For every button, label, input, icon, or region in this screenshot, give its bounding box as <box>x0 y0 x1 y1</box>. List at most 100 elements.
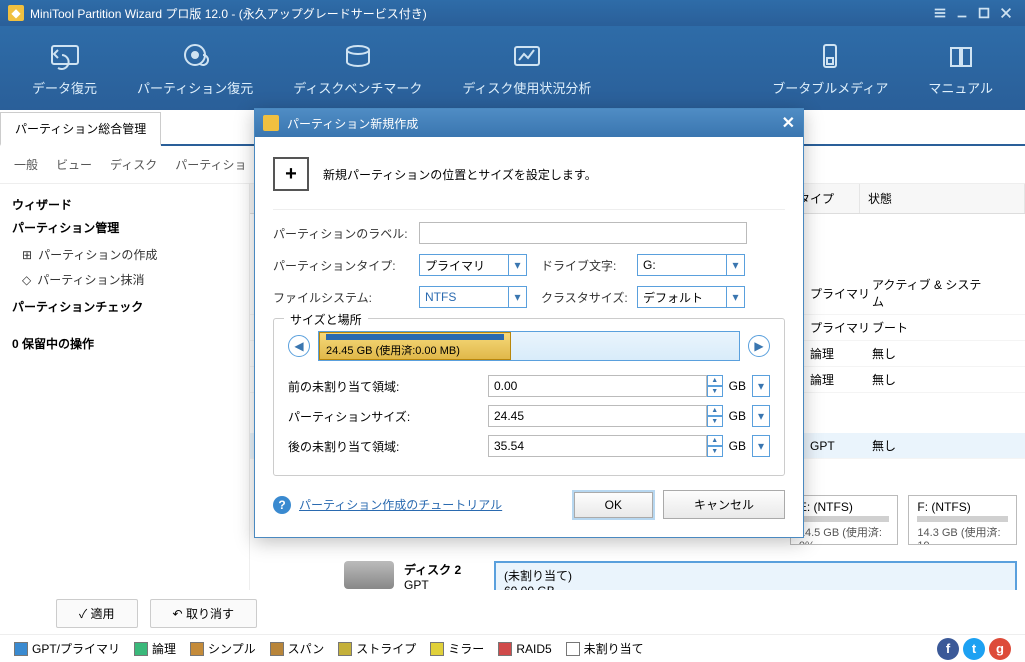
legend-unalloc: 未割り当て <box>566 640 644 657</box>
filesystem-select[interactable]: NTFS▾ <box>419 286 527 308</box>
googleplus-icon[interactable]: g <box>989 638 1011 660</box>
left-pane: ウィザード パーティション管理 ⊞パーティションの作成 ◇パーティション抹消 パ… <box>0 184 250 590</box>
partition-size-input[interactable] <box>488 405 707 427</box>
action-bar: ✓ 適用 ↶ 取り消す <box>0 593 1025 634</box>
sidebar-pending-hdr: 0 保留中の操作 <box>12 335 237 352</box>
partition-recovery-icon <box>178 40 212 74</box>
partition-label: F: (NTFS) <box>917 500 1008 514</box>
disk-icon <box>344 561 394 589</box>
benchmark-icon <box>341 40 375 74</box>
unalloc-size: 60.00 GB <box>504 584 1007 590</box>
legend-stripe: ストライプ <box>338 640 416 657</box>
new-partition-icon: + <box>273 157 309 191</box>
usage-bar <box>917 516 1008 522</box>
unit-label: GB <box>729 409 746 423</box>
disk2-row: ディスク 2 GPT 60.00 GB (未割り当て) 60.00 GB <box>250 553 1025 590</box>
legend-raid: RAID5 <box>498 642 551 656</box>
disk-info: ディスク 2 GPT 60.00 GB <box>404 561 484 590</box>
spinner[interactable]: ▲▼ <box>707 375 723 397</box>
partition-slider[interactable]: 24.45 GB (使用済:0.00 MB) <box>318 331 740 361</box>
partition-type-select[interactable]: プライマリ▾ <box>419 254 527 276</box>
help-icon: ? <box>273 496 291 514</box>
undo-button[interactable]: ↶ 取り消す <box>150 599 257 628</box>
col-status[interactable]: 状態 <box>860 184 1025 213</box>
tool-partition-recovery[interactable]: パーティション復元 <box>117 40 273 97</box>
sidebar-mgmt-hdr: パーティション管理 <box>12 219 237 236</box>
partition-info: 14.5 GB (使用済: 0% <box>799 524 890 545</box>
usage-icon <box>510 40 544 74</box>
drive-letter-select[interactable]: G:▾ <box>637 254 745 276</box>
legend-span: スパン <box>270 640 325 657</box>
label-filesystem: ファイルシステム: <box>273 289 419 306</box>
dialog-desc: 新規パーティションの位置とサイズを設定します。 <box>323 166 597 183</box>
cancel-button[interactable]: キャンセル <box>663 490 785 519</box>
subtab-general[interactable]: 一般 <box>14 156 38 173</box>
sidebar-check-hdr: パーティションチェック <box>12 298 237 315</box>
sidebar-wizard-hdr: ウィザード <box>12 196 237 213</box>
tool-bootable[interactable]: ブータブルメディア <box>752 40 908 97</box>
maximize-button[interactable] <box>973 2 995 24</box>
usage-bar <box>799 516 890 522</box>
legend-gpt: GPT/プライマリ <box>14 640 120 657</box>
cluster-size-select[interactable]: デフォルト▾ <box>637 286 745 308</box>
subtab-partition[interactable]: パーティショ <box>175 156 246 173</box>
partition-label-input[interactable] <box>419 222 747 244</box>
tab-partition-mgmt[interactable]: パーティション総合管理 <box>0 112 161 146</box>
partition-info: 14.3 GB (使用済: 19 <box>917 524 1008 545</box>
unit-label: GB <box>729 439 746 453</box>
main-toolbar: データ復元 パーティション復元 ディスクベンチマーク ディスク使用状況分析 ブー… <box>0 26 1025 110</box>
space-before-input[interactable] <box>488 375 707 397</box>
plus-box-icon: ⊞ <box>22 248 32 262</box>
label-drive-letter: ドライブ文字: <box>541 257 637 274</box>
tool-benchmark[interactable]: ディスクベンチマーク <box>273 40 442 97</box>
tool-manual[interactable]: マニュアル <box>908 40 1013 97</box>
label-space-before: 前の未割り当て領域: <box>288 378 488 395</box>
legend-logical: 論理 <box>134 640 176 657</box>
partition-box-f[interactable]: F: (NTFS) 14.3 GB (使用済: 19 <box>908 495 1017 545</box>
partition-box-e[interactable]: E: (NTFS) 14.5 GB (使用済: 0% <box>790 495 899 545</box>
space-after-input[interactable] <box>488 435 707 457</box>
unit-label: GB <box>729 379 746 393</box>
chevron-down-icon: ▾ <box>726 255 744 275</box>
close-button[interactable] <box>995 2 1017 24</box>
chevron-down-icon: ▾ <box>508 287 526 307</box>
tutorial-link[interactable]: パーティション作成のチュートリアル <box>299 496 502 513</box>
sidebar-create-partition[interactable]: ⊞パーティションの作成 <box>12 242 237 267</box>
unit-select[interactable]: ▾ <box>752 405 770 427</box>
slider-fill[interactable]: 24.45 GB (使用済:0.00 MB) <box>319 332 511 360</box>
ok-button[interactable]: OK <box>574 492 653 518</box>
subtab-view[interactable]: ビュー <box>56 156 92 173</box>
label-partition-type: パーティションタイプ: <box>273 257 419 274</box>
eraser-icon: ◇ <box>22 273 31 287</box>
chevron-down-icon: ▾ <box>508 255 526 275</box>
slider-text: 24.45 GB (使用済:0.00 MB) <box>326 342 504 358</box>
window-title: MiniTool Partition Wizard プロ版 12.0 - (永久… <box>30 5 427 22</box>
twitter-icon[interactable]: t <box>963 638 985 660</box>
label-space-after: 後の未割り当て領域: <box>288 438 488 455</box>
legend-mirror: ミラー <box>430 640 484 657</box>
unit-select[interactable]: ▾ <box>752 435 770 457</box>
titlebar: ◆ MiniTool Partition Wizard プロ版 12.0 - (… <box>0 0 1025 26</box>
apply-button[interactable]: ✓ 適用 <box>56 599 138 628</box>
tool-usage[interactable]: ディスク使用状況分析 <box>442 40 611 97</box>
app-icon: ◆ <box>8 5 24 21</box>
spinner[interactable]: ▲▼ <box>707 435 723 457</box>
unit-select[interactable]: ▾ <box>752 375 770 397</box>
menu-icon[interactable] <box>929 2 951 24</box>
unalloc-label: (未割り当て) <box>504 567 1007 584</box>
slider-left-button[interactable]: ◀ <box>288 335 310 357</box>
chevron-down-icon: ▾ <box>726 287 744 307</box>
tool-data-recovery[interactable]: データ復元 <box>12 40 117 97</box>
dialog-titlebar[interactable]: パーティション新規作成 ✕ <box>255 109 803 137</box>
legend-bar: GPT/プライマリ 論理 シンプル スパン ストライプ ミラー RAID5 未割… <box>0 634 1025 662</box>
dialog-title: パーティション新規作成 <box>287 115 418 132</box>
spinner[interactable]: ▲▼ <box>707 405 723 427</box>
dialog-close-button[interactable]: ✕ <box>782 113 795 133</box>
facebook-icon[interactable]: f <box>937 638 959 660</box>
subtab-disk[interactable]: ディスク <box>110 156 157 173</box>
unallocated-box[interactable]: (未割り当て) 60.00 GB <box>494 561 1017 590</box>
sidebar-delete-partition[interactable]: ◇パーティション抹消 <box>12 267 237 292</box>
minimize-button[interactable] <box>951 2 973 24</box>
partition-label: E: (NTFS) <box>799 500 890 514</box>
slider-right-button[interactable]: ▶ <box>748 335 770 357</box>
